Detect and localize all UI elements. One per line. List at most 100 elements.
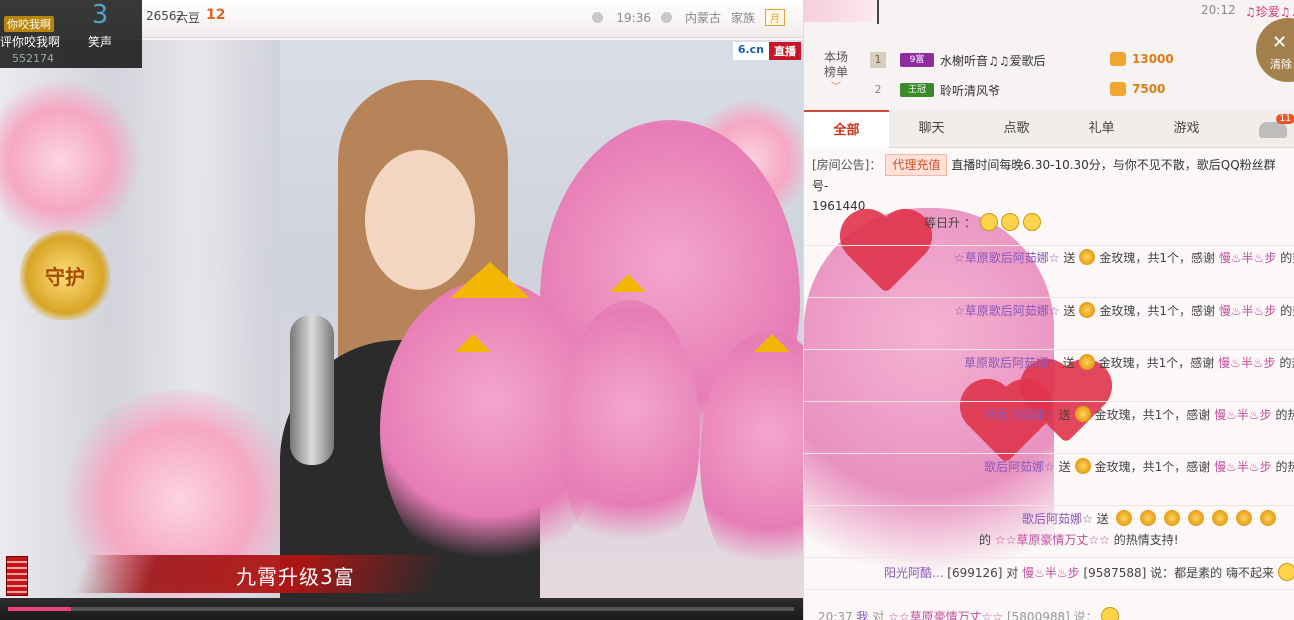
- gift-tail: 的热情支: [1275, 408, 1294, 422]
- say-sender[interactable]: 我: [856, 610, 868, 620]
- crown-icon: [610, 274, 646, 292]
- fans-count: 552174: [12, 52, 54, 65]
- microphone: [290, 315, 334, 465]
- gift-message: ☆草原歌后阿茹娜☆ 送 金玫瑰，共1个，感谢 慢♨半♨步 的热情支: [954, 247, 1294, 269]
- gift-sender[interactable]: 歌后阿茹娜☆: [984, 460, 1055, 474]
- emoji-icon: [1101, 607, 1120, 620]
- gift-message: 歌后阿茹娜☆ 送 金玫瑰，共1个，感谢 慢♨半♨步 的热情支: [984, 456, 1294, 478]
- live-video-stage[interactable]: 守护 6.cn 直播 九霄升级3富: [0, 40, 803, 598]
- coin-icon: [1110, 82, 1126, 96]
- gift-text: 金玫瑰，共1个，感谢: [1098, 356, 1215, 370]
- video-control-bar: [0, 598, 803, 620]
- message-time: 20:37: [818, 610, 853, 620]
- rank-row[interactable]: 1 9富 水榭听音♫♫爱歌后 13000: [866, 48, 1196, 72]
- say-to: 对: [872, 610, 885, 620]
- gift-verb: 送: [1062, 356, 1075, 370]
- chat-message: 等日升 ：: [924, 212, 1294, 234]
- divider: [804, 349, 1294, 350]
- gift-message: 歌后阿茹娜☆ 送 金玫瑰，共1个，感谢 慢♨半♨步 的热情支: [984, 404, 1294, 426]
- divider: [804, 245, 1294, 246]
- coin-icon: [1110, 52, 1126, 66]
- laugh-label[interactable]: 笑声: [62, 33, 138, 50]
- tab-games[interactable]: 游戏: [1144, 110, 1229, 148]
- gift-receiver[interactable]: 慢♨半♨步: [1218, 356, 1276, 370]
- rank-title[interactable]: 本场 榜单 ﹀: [816, 50, 856, 95]
- rank-value: 7500: [1132, 82, 1166, 96]
- say-sender-id: [699126]: [947, 566, 1003, 580]
- thanks-message: 的 ☆☆草原豪情万丈☆☆ 的热情支持!: [979, 529, 1294, 551]
- gift-text: 金玫瑰，共1个，感谢: [1094, 460, 1211, 474]
- gift-sender[interactable]: 草原歌后阿茹娜☆: [964, 356, 1059, 370]
- divider: [804, 453, 1294, 454]
- header-decoration: [804, 0, 876, 22]
- rank-number: 2: [874, 83, 882, 96]
- car-count-badge: 11: [1275, 114, 1294, 124]
- tab-song-request[interactable]: 点歌: [974, 110, 1059, 148]
- gift-tail: 的热情支: [1275, 460, 1294, 474]
- car-icon[interactable]: [1259, 122, 1287, 138]
- gift-tail: 的热情支: [1279, 356, 1294, 370]
- gold-rose-icon: [1074, 458, 1091, 474]
- say-receiver[interactable]: ☆☆草原豪情万丈☆☆: [888, 610, 1003, 620]
- rank-user-name[interactable]: 聆听清风爷: [940, 82, 1000, 99]
- say-receiver-id: [9587588]: [1083, 566, 1147, 580]
- divider: [804, 557, 1294, 558]
- right-top-strip: 20:12 ♫珍爱♫♫: [804, 0, 1294, 40]
- emoji-icon: [1023, 213, 1042, 231]
- gold-rose-icon: [1079, 249, 1096, 265]
- rank-user-name[interactable]: 水榭听音♫♫爱歌后: [940, 52, 1046, 69]
- progress-fill: [8, 607, 71, 611]
- month-badge[interactable]: 月: [765, 9, 785, 26]
- thanks-prefix: 的: [979, 533, 992, 547]
- bite-me-button[interactable]: 你咬我啊: [4, 16, 54, 32]
- gift-animation-princess: [560, 300, 700, 570]
- live-time: 19:36: [616, 10, 651, 25]
- gift-sender[interactable]: ☆草原歌后阿茹娜☆: [954, 251, 1060, 265]
- rank-number: 1: [870, 52, 886, 68]
- say-text: 说：: [1073, 610, 1098, 620]
- say-message: 20:37 我 对 ☆☆草原豪情万丈☆☆ [5800988] 说：: [818, 606, 1294, 620]
- princess-gift-icon: [1140, 510, 1157, 526]
- gift-receiver[interactable]: 慢♨半♨步: [1219, 251, 1277, 265]
- agent-recharge-button[interactable]: 代理充值: [885, 154, 948, 176]
- family-link[interactable]: 家族: [731, 9, 755, 26]
- say-message: 阳光阿酷... [699126] 对 慢♨半♨步 [9587588] 说：都是素…: [884, 562, 1294, 584]
- session-rank: 本场 榜单 ﹀ 1 9富 水榭听音♫♫爱歌后 13000 2 王冠 聆听清风爷 …: [804, 44, 1294, 110]
- chevron-down-icon[interactable]: ﹀: [816, 80, 856, 95]
- chat-list[interactable]: [房间公告]： 代理充值 直播时间每晚6.30-10.30分，与你不见不散，歌后QQ…: [804, 148, 1294, 620]
- gift-text: 金玫瑰，共1个，感谢: [1094, 408, 1211, 422]
- say-receiver[interactable]: 慢♨半♨步: [1022, 566, 1080, 580]
- site-logo-text: 6.cn: [732, 42, 769, 60]
- live-label: 直播: [769, 42, 801, 60]
- gift-receiver[interactable]: 慢♨半♨步: [1214, 460, 1272, 474]
- princess-gift-icon: [1260, 510, 1277, 526]
- say-text: 说：都是素的 嗨不起来: [1150, 566, 1274, 580]
- tab-gift-list[interactable]: 礼单: [1059, 110, 1144, 148]
- guard-badge: 守护: [20, 230, 110, 320]
- tab-all[interactable]: 全部: [804, 110, 889, 148]
- gift-sender[interactable]: ☆草原歌后阿茹娜☆: [954, 304, 1060, 318]
- crown-icon: [450, 262, 530, 298]
- say-sender[interactable]: 阳光阿酷...: [884, 566, 943, 580]
- message-time: 20:12: [1201, 3, 1236, 17]
- close-icon: ✕: [1272, 32, 1288, 53]
- wealth-level-badge: 王冠: [900, 83, 934, 97]
- gold-rose-icon: [1074, 406, 1091, 422]
- gift-message: 歌后阿茹娜☆ 送: [1022, 508, 1294, 530]
- progress-track[interactable]: [8, 607, 794, 611]
- rank-title-line1: 本场: [823, 50, 848, 64]
- princess-gift-icon: [1212, 510, 1229, 526]
- gift-receiver[interactable]: 慢♨半♨步: [1219, 304, 1277, 318]
- tab-chat[interactable]: 聊天: [889, 110, 974, 148]
- rise-text: 等日升 ：: [924, 216, 976, 230]
- gift-verb: 送: [1063, 251, 1076, 265]
- gift-receiver[interactable]: 慢♨半♨步: [1214, 408, 1272, 422]
- rank-row[interactable]: 2 王冠 聆听清风爷 7500: [866, 78, 1196, 102]
- gift-sender[interactable]: 歌后阿茹娜☆: [984, 408, 1055, 422]
- emoji-icon: [1001, 213, 1020, 231]
- emoji-icon: [979, 213, 998, 231]
- thanks-receiver[interactable]: ☆☆草原豪情万丈☆☆: [995, 533, 1110, 547]
- gift-sender[interactable]: 歌后阿茹娜☆: [1022, 512, 1093, 526]
- gift-verb: 送: [1058, 460, 1071, 474]
- notice-tag: [房间公告]：: [812, 158, 882, 172]
